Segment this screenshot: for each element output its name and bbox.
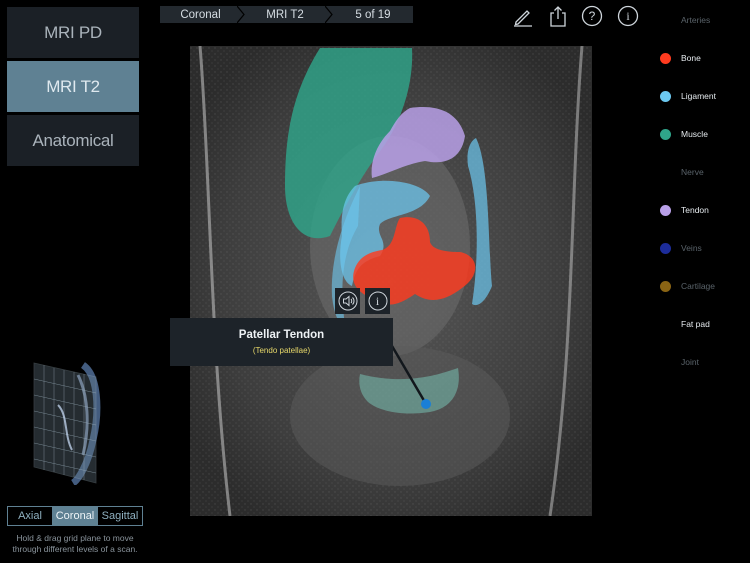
patellar-tendon-pin[interactable] <box>421 399 431 409</box>
hint-line-1: Hold & drag grid plane to move <box>16 533 134 543</box>
legend-item-fat-pad[interactable]: Fat pad <box>656 314 750 334</box>
plane-coronal-button[interactable]: Coronal <box>52 507 97 525</box>
legend-item-bone[interactable]: Bone <box>656 48 750 68</box>
info-glyph: i <box>626 9 630 23</box>
legend-label: Bone <box>681 53 701 63</box>
popup-subtitle: (Tendo patellae) <box>252 346 311 355</box>
legend-dot <box>660 242 671 254</box>
mode-anatomical-label: Anatomical <box>32 130 114 150</box>
legend-dot <box>660 319 671 330</box>
mode-anatomical-button[interactable]: Anatomical <box>7 115 139 166</box>
plane-sagittal-button[interactable]: Sagittal <box>97 507 142 525</box>
mode-mri-t2-label: MRI T2 <box>46 76 100 96</box>
legend-item-cartilage[interactable]: Cartilage <box>656 276 750 296</box>
breadcrumb: Coronal MRI T2 5 of 19 <box>160 6 413 23</box>
mode-mri-pd-label: MRI PD <box>44 22 102 42</box>
plane-axial-label: Axial <box>18 510 42 522</box>
legend-item-tendon[interactable]: Tendon <box>656 200 750 220</box>
popup-info-button[interactable]: i <box>365 288 390 314</box>
legend-label: Veins <box>681 243 702 253</box>
legend-dot <box>660 15 671 26</box>
popup-title: Patellar Tendon <box>238 329 325 341</box>
plane-hint: Hold & drag grid plane to move through d… <box>0 533 150 554</box>
legend-label: Tendon <box>681 205 709 215</box>
plane-coronal-label: Coronal <box>55 510 95 522</box>
legend-item-joint[interactable]: Joint <box>656 352 750 372</box>
breadcrumb-plane[interactable]: Coronal <box>160 6 237 23</box>
plane-navigator[interactable] <box>28 355 113 485</box>
breadcrumb-plane-label: Coronal <box>180 8 221 21</box>
legend-item-muscle[interactable]: Muscle <box>656 124 750 144</box>
breadcrumb-separator-icon <box>325 6 333 23</box>
popup-info-glyph: i <box>375 293 380 308</box>
legend-dot <box>660 167 671 178</box>
help-icon[interactable]: ? <box>581 5 603 27</box>
legend-dot <box>660 280 671 292</box>
breadcrumb-scan-label: MRI T2 <box>266 8 304 21</box>
help-glyph: ? <box>588 9 596 23</box>
mode-mri-t2-button[interactable]: MRI T2 <box>7 61 139 112</box>
hint-line-2: through different levels of a scan. <box>12 543 138 554</box>
plane-sagittal-label: Sagittal <box>101 510 139 522</box>
legend-dot <box>660 128 671 140</box>
breadcrumb-separator-icon <box>237 6 245 23</box>
legend-dot <box>660 90 671 102</box>
info-icon[interactable]: i <box>617 5 639 27</box>
legend-dot <box>660 52 671 64</box>
legend-label: Ligament <box>681 91 716 101</box>
legend-item-nerve[interactable]: Nerve <box>656 162 750 182</box>
legend-label: Arteries <box>681 15 711 25</box>
pencil-icon[interactable] <box>512 5 534 27</box>
legend-item-arteries[interactable]: Arteries <box>656 10 750 30</box>
legend-label: Cartilage <box>681 281 716 291</box>
breadcrumb-slice[interactable]: 5 of 19 <box>333 6 413 23</box>
structure-popup: Patellar Tendon (Tendo patellae) <box>170 318 393 366</box>
breadcrumb-slice-label: 5 of 19 <box>355 8 391 21</box>
legend-item-ligament[interactable]: Ligament <box>656 86 750 106</box>
mode-mri-pd-button[interactable]: MRI PD <box>7 7 139 58</box>
breadcrumb-scan[interactable]: MRI T2 <box>245 6 325 23</box>
legend-label: Joint <box>681 357 699 367</box>
legend-label: Fat pad <box>681 319 710 329</box>
legend-dot <box>660 357 671 368</box>
plane-axial-button[interactable]: Axial <box>8 507 52 525</box>
legend-label: Muscle <box>681 129 708 139</box>
legend-label: Nerve <box>681 167 704 177</box>
legend-item-veins[interactable]: Veins <box>656 238 750 258</box>
share-icon[interactable] <box>547 5 569 27</box>
legend-dot <box>660 204 671 216</box>
audio-button[interactable] <box>335 288 360 314</box>
speaker-icon <box>338 291 357 311</box>
mri-scan-viewer[interactable] <box>190 46 592 516</box>
plane-selector: Axial Coronal Sagittal <box>7 506 143 526</box>
